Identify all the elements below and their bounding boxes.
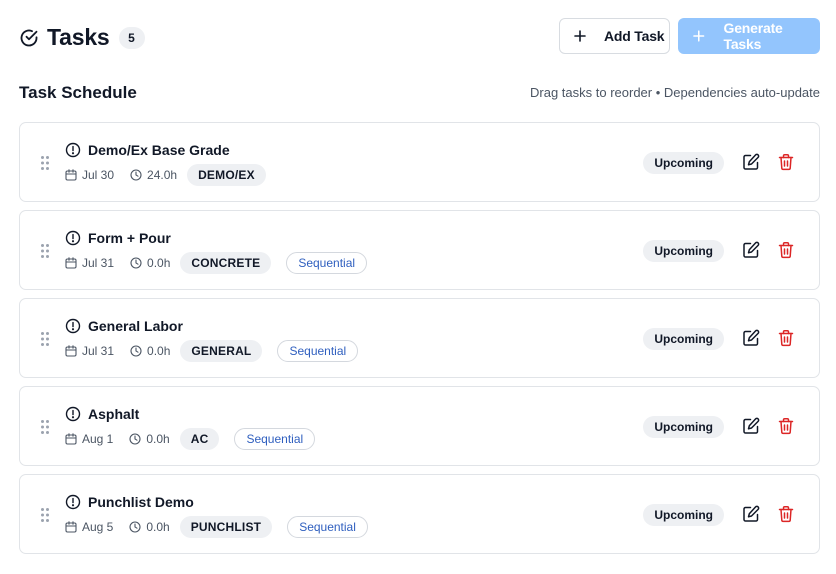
alert-circle-icon	[65, 230, 81, 246]
calendar-icon	[65, 169, 77, 181]
clock-icon	[129, 433, 141, 445]
dependency-badge: Sequential	[277, 340, 359, 362]
task-duration: 0.0h	[146, 520, 170, 534]
task-name: General Labor	[88, 318, 183, 334]
status-badge: Upcoming	[643, 240, 724, 262]
edit-icon[interactable]	[742, 329, 760, 347]
dependency-badge: Sequential	[286, 252, 368, 274]
task-meta: Jul 30 24.0h DEMO/EX	[65, 164, 266, 186]
task-card[interactable]: Asphalt Aug 1 0.0h AC Sequential Upcomin…	[19, 386, 820, 466]
status-badge: Upcoming	[643, 416, 724, 438]
plus-icon	[574, 30, 586, 42]
clock-icon	[129, 521, 141, 533]
trash-icon[interactable]	[777, 417, 795, 435]
drag-handle-icon[interactable]	[40, 419, 50, 435]
drag-handle-icon[interactable]	[40, 331, 50, 347]
alert-circle-icon	[65, 318, 81, 334]
drag-handle-icon[interactable]	[40, 155, 50, 171]
task-date: Jul 30	[82, 168, 115, 182]
add-task-button[interactable]: Add Task	[559, 18, 670, 54]
task-duration: 0.0h	[146, 432, 170, 446]
task-category-badge: PUNCHLIST	[179, 516, 273, 538]
status-badge: Upcoming	[643, 328, 724, 350]
task-category-badge: AC	[179, 428, 220, 450]
task-list: Demo/Ex Base Grade Jul 30 24.0h DEMO/EX …	[19, 122, 820, 562]
trash-icon[interactable]	[777, 329, 795, 347]
edit-icon[interactable]	[742, 505, 760, 523]
dependency-badge: Sequential	[234, 428, 316, 450]
section-title: Task Schedule	[19, 83, 137, 102]
drag-handle-icon[interactable]	[40, 507, 50, 523]
dependency-badge: Sequential	[287, 516, 368, 538]
trash-icon[interactable]	[777, 153, 795, 171]
task-category-badge: DEMO/EX	[187, 164, 266, 186]
edit-icon[interactable]	[742, 417, 760, 435]
clock-icon	[130, 345, 142, 357]
task-category-badge: CONCRETE	[180, 252, 272, 274]
task-duration: 24.0h	[147, 168, 178, 182]
task-category-badge: GENERAL	[180, 340, 263, 362]
alert-circle-icon	[65, 406, 81, 422]
page-header: Tasks 5 Add Task Generate Tasks	[19, 18, 820, 56]
task-name: Asphalt	[88, 406, 140, 422]
calendar-icon	[65, 257, 77, 269]
generate-tasks-button[interactable]: Generate Tasks	[678, 18, 820, 54]
page-title: Tasks	[47, 24, 110, 50]
calendar-icon	[65, 433, 77, 445]
task-date: Aug 1	[82, 432, 114, 446]
clock-icon	[130, 257, 142, 269]
section-hint: Drag tasks to reorder • Dependencies aut…	[530, 85, 820, 100]
task-card[interactable]: Demo/Ex Base Grade Jul 30 24.0h DEMO/EX …	[19, 122, 820, 202]
title-group: Tasks 5	[19, 24, 145, 51]
status-badge: Upcoming	[643, 504, 724, 526]
task-date: Jul 31	[82, 344, 115, 358]
generate-tasks-label: Generate Tasks	[723, 20, 783, 52]
clock-icon	[130, 169, 142, 181]
trash-icon[interactable]	[777, 241, 795, 259]
calendar-icon	[65, 345, 77, 357]
edit-icon[interactable]	[742, 153, 760, 171]
task-date: Aug 5	[82, 520, 114, 534]
task-meta: Aug 1 0.0h AC Sequential	[65, 428, 316, 450]
alert-circle-icon	[65, 494, 81, 510]
task-name: Form + Pour	[88, 230, 171, 246]
plus-icon	[693, 30, 705, 42]
task-count-badge: 5	[118, 26, 145, 49]
task-duration: 0.0h	[147, 344, 171, 358]
calendar-icon	[65, 521, 77, 533]
task-card[interactable]: Punchlist Demo Aug 5 0.0h PUNCHLIST Sequ…	[19, 474, 820, 554]
task-name: Demo/Ex Base Grade	[88, 142, 230, 158]
task-meta: Jul 31 0.0h CONCRETE Sequential	[65, 252, 368, 274]
add-task-label: Add Task	[604, 28, 665, 44]
trash-icon[interactable]	[777, 505, 795, 523]
alert-circle-icon	[65, 142, 81, 158]
task-date: Jul 31	[82, 256, 115, 270]
status-badge: Upcoming	[643, 152, 724, 174]
edit-icon[interactable]	[742, 241, 760, 259]
task-meta: Aug 5 0.0h PUNCHLIST Sequential	[65, 516, 368, 538]
task-meta: Jul 31 0.0h GENERAL Sequential	[65, 340, 359, 362]
task-name: Punchlist Demo	[88, 494, 194, 510]
task-card[interactable]: Form + Pour Jul 31 0.0h CONCRETE Sequent…	[19, 210, 820, 290]
task-duration: 0.0h	[147, 256, 171, 270]
drag-handle-icon[interactable]	[40, 243, 50, 259]
check-circle-icon	[20, 29, 38, 46]
task-card[interactable]: General Labor Jul 31 0.0h GENERAL Sequen…	[19, 298, 820, 378]
